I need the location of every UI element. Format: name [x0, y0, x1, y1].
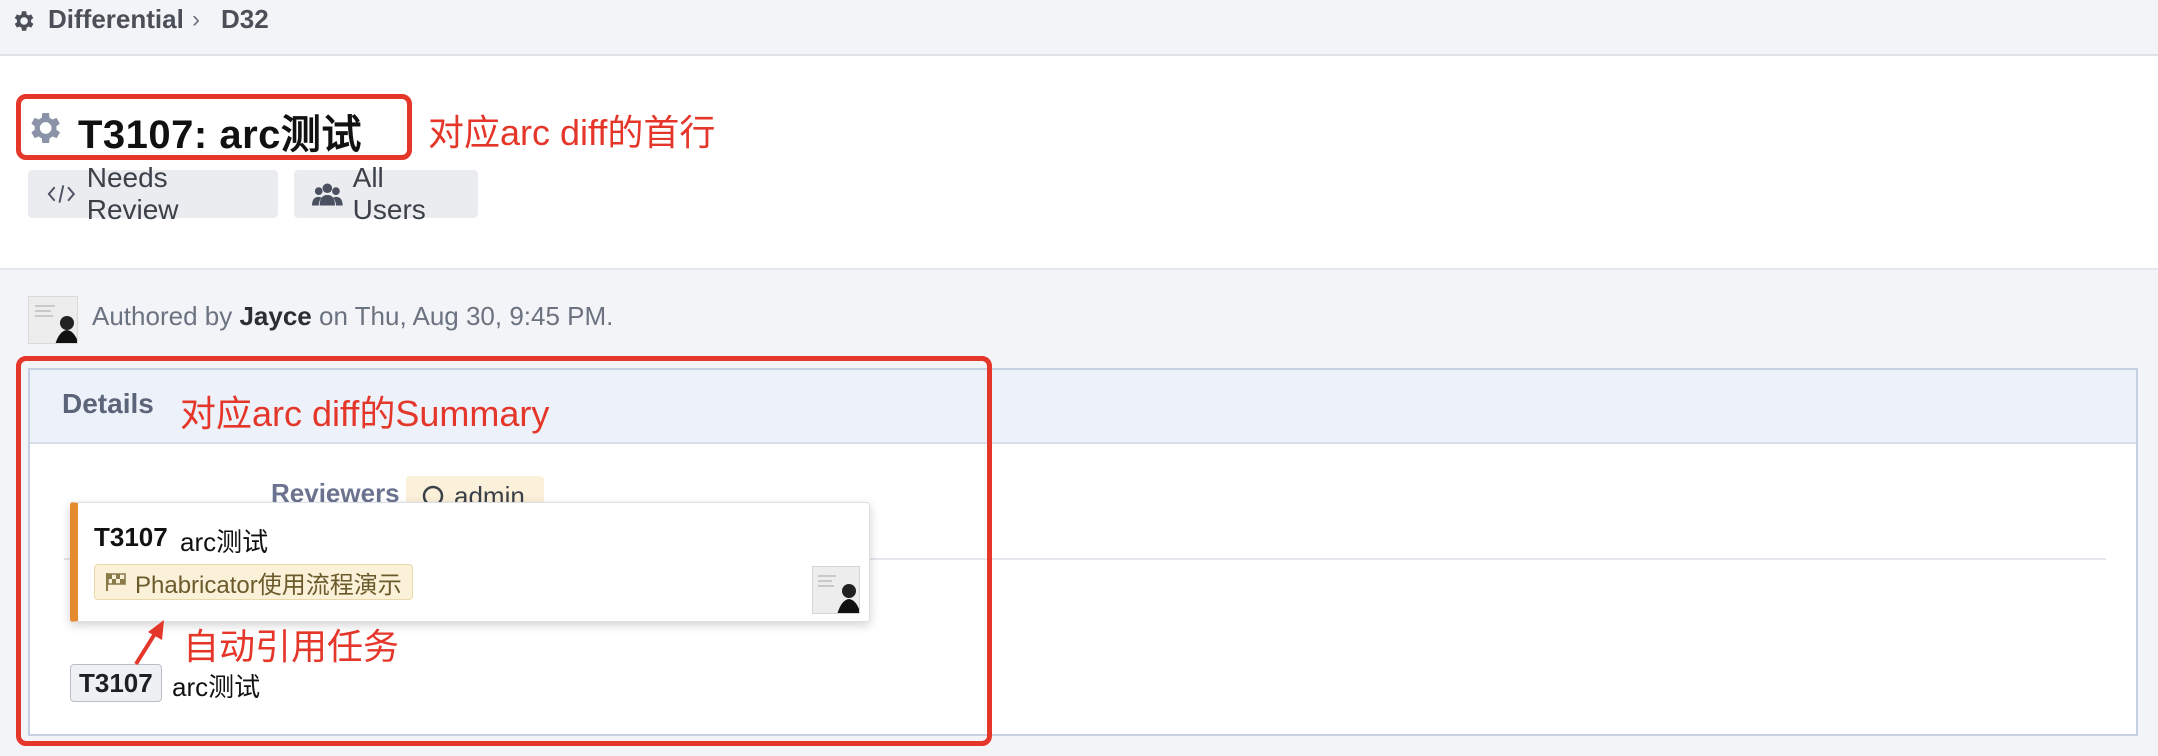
author-name-link[interactable]: Jayce	[239, 301, 311, 331]
author-avatar[interactable]	[28, 296, 78, 344]
status-tag-needs-review[interactable]: Needs Review	[28, 162, 278, 225]
annotation-title-note: 对应arc diff的首行	[428, 112, 716, 153]
breadcrumb-d32-link[interactable]: D32	[221, 4, 269, 35]
annotation-details-note: 对应arc diff的Summary	[180, 393, 550, 434]
users-icon	[312, 183, 343, 206]
breadcrumb-differential-link[interactable]: Differential	[48, 4, 184, 35]
authored-line: Authored by Jayce on Thu, Aug 30, 9:45 P…	[92, 301, 613, 332]
annotation-task-note: 自动引用任务	[183, 626, 400, 667]
policy-tag-all-users[interactable]: All Users	[294, 162, 478, 225]
annotation-arrow-icon	[134, 620, 164, 666]
annotation-box-title	[16, 94, 412, 160]
chevron-right-icon: ›	[192, 6, 200, 33]
authored-prefix: Authored by	[92, 301, 233, 331]
authored-date: on Thu, Aug 30, 9:45 PM.	[319, 301, 614, 331]
status-tag-label: Needs Review	[86, 162, 179, 225]
gear-icon	[14, 11, 34, 31]
code-icon	[47, 185, 76, 203]
breadcrumb-bar	[0, 0, 2158, 56]
policy-tag-label: All Users	[352, 162, 426, 225]
